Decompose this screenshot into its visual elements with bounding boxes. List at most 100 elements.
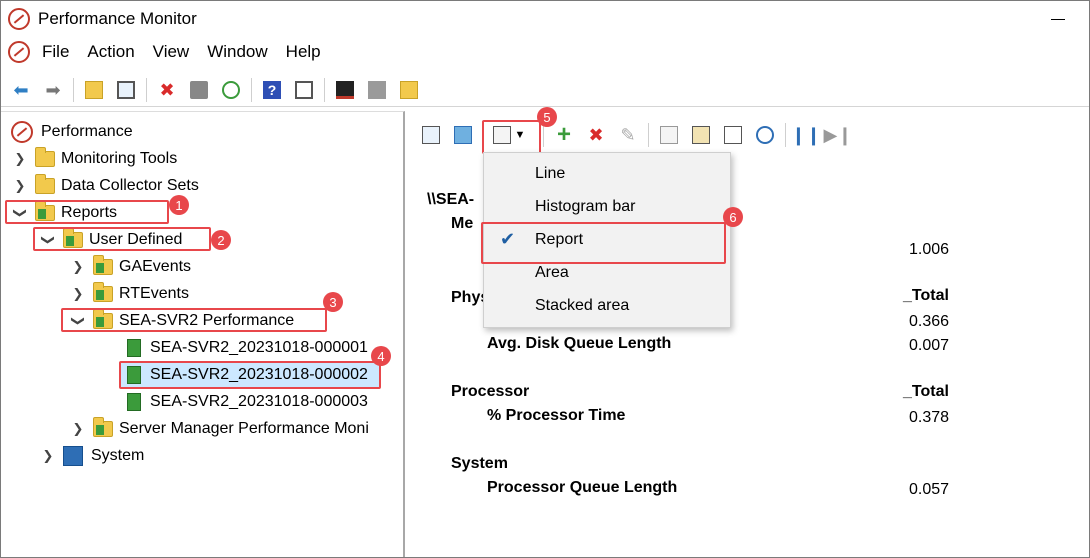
chevron-right-icon[interactable]: ❯ (71, 259, 85, 275)
console-tree: Performance ❯ Monitoring Tools ❯ Data Co… (1, 111, 405, 557)
callout-badge-6: 6 (723, 207, 743, 227)
back-icon[interactable]: ⬅ (9, 78, 33, 102)
menu-item-label: Line (535, 164, 566, 182)
report-physical-instance: _Total (903, 287, 949, 304)
callout-box-5 (482, 120, 541, 154)
menu-file[interactable]: File (40, 40, 71, 64)
report-machine-name: \\SEA- (427, 191, 475, 208)
system-folder-icon (63, 446, 83, 466)
tree-node-server-manager[interactable]: ❯ Server Manager Performance Moni (71, 417, 369, 441)
chevron-right-icon[interactable]: ❯ (13, 151, 27, 167)
menu-window[interactable]: Window (205, 40, 269, 64)
tree-label: GAEvents (119, 258, 192, 275)
callout-box-6 (481, 222, 726, 264)
report-processor-instance: _Total (903, 383, 949, 400)
help-icon[interactable]: ? (260, 78, 284, 102)
menu-item-stacked-area[interactable]: Stacked area (484, 289, 730, 322)
tree-node-report-000001[interactable]: SEA-SVR2_20231018-000001 (127, 336, 368, 360)
toolbar-separator (73, 77, 74, 102)
add-counter-icon[interactable]: + (552, 123, 576, 147)
forward-icon[interactable]: ➡ (41, 78, 65, 102)
paste-counter-list-icon[interactable] (689, 123, 713, 147)
tree-node-report-000003[interactable]: SEA-SVR2_20231018-000003 (127, 390, 368, 414)
tree-node-performance[interactable]: Performance (11, 120, 133, 144)
zoom-icon[interactable] (753, 123, 777, 147)
chevron-right-icon[interactable]: ❯ (71, 421, 85, 437)
tree-label: SEA-SVR2_20231018-000001 (150, 339, 368, 356)
callout-box-1 (5, 200, 169, 224)
report-file-icon (127, 393, 141, 411)
performance-monitor-window: Performance Monitor File Action View Win… (0, 0, 1090, 558)
refresh-icon[interactable] (219, 78, 243, 102)
report-system-label: System (451, 455, 508, 472)
performance-graph-icon[interactable] (333, 78, 357, 102)
report-processor-time-value: 0.378 (909, 409, 950, 426)
tree-label: Server Manager Performance Moni (119, 420, 369, 437)
folder-icon (93, 282, 113, 302)
up-folder-icon[interactable] (82, 78, 106, 102)
toolbar-separator (324, 77, 325, 102)
tree-node-monitoring-tools[interactable]: ❯ Monitoring Tools (13, 147, 177, 171)
print-icon[interactable] (187, 78, 211, 102)
tree-node-gaevents[interactable]: ❯ GAEvents (71, 255, 191, 279)
report-disk-queue-value: 0.007 (909, 337, 950, 354)
tree-label: Monitoring Tools (61, 150, 178, 167)
tree-label: RTEvents (119, 285, 189, 302)
report-physical-value: 0.366 (909, 313, 950, 330)
view-current-activity-icon[interactable] (419, 123, 443, 147)
callout-box-4 (119, 361, 381, 389)
chevron-right-icon[interactable]: ❯ (41, 448, 55, 464)
window-title: Performance Monitor (38, 9, 197, 28)
tree-label: System (91, 447, 145, 464)
menu-item-line[interactable]: Line (484, 157, 730, 190)
callout-box-2 (33, 227, 211, 251)
report-processor-time-label: % Processor Time (487, 407, 626, 424)
report-pql-label: Processor Queue Length (487, 479, 678, 496)
delete-counter-icon[interactable]: ✖ (584, 123, 608, 147)
tree-label: Performance (41, 123, 133, 140)
menu-action[interactable]: Action (85, 40, 136, 64)
delete-icon[interactable]: ✖ (155, 78, 179, 102)
tree-label: SEA-SVR2_20231018-000003 (150, 393, 368, 410)
toolbar-separator (785, 123, 786, 147)
update-data-icon[interactable]: ▶❙ (824, 123, 853, 147)
freeze-display-icon[interactable]: ❙❙ (791, 123, 821, 147)
menu-bar: File Action View Window Help (1, 37, 1089, 67)
report-disk-queue-label: Avg. Disk Queue Length (487, 335, 672, 352)
folder-icon (93, 255, 113, 275)
chevron-right-icon[interactable]: ❯ (71, 286, 85, 302)
menu-item-label: Stacked area (535, 296, 630, 314)
title-bar: Performance Monitor (1, 1, 1089, 37)
tree-node-data-collector-sets[interactable]: ❯ Data Collector Sets (13, 174, 199, 198)
stop-icon[interactable] (365, 78, 389, 102)
menu-item-label: Area (535, 263, 569, 281)
folder-icon (35, 174, 55, 194)
report-file-icon (127, 339, 141, 357)
tree-node-rtevents[interactable]: ❯ RTEvents (71, 282, 189, 306)
toolbar-separator (146, 77, 147, 102)
copy-properties-icon[interactable] (657, 123, 681, 147)
report-memory-value: 1.006 (909, 241, 950, 258)
folder-icon[interactable] (397, 78, 421, 102)
callout-badge-3: 3 (323, 292, 343, 312)
menu-help[interactable]: Help (284, 40, 323, 64)
tree-node-system[interactable]: ❯ System (41, 444, 144, 468)
highlight-icon[interactable]: ✎ (616, 123, 640, 147)
callout-box-3 (61, 308, 327, 332)
callout-badge-5: 5 (537, 107, 557, 127)
folder-icon (35, 147, 55, 167)
properties-icon[interactable] (721, 123, 745, 147)
tree-label: Data Collector Sets (61, 177, 199, 194)
show-hide-console-tree-icon[interactable] (114, 78, 138, 102)
performance-monitor-icon (8, 8, 30, 30)
view-log-data-icon[interactable] (451, 123, 475, 147)
menu-item-histogram-bar[interactable]: Histogram bar (484, 190, 730, 223)
minimize-button[interactable] (1047, 5, 1069, 29)
toolbar-separator (251, 77, 252, 102)
report-memory-label: Me (451, 215, 474, 232)
chevron-right-icon[interactable]: ❯ (13, 178, 27, 194)
menu-view[interactable]: View (151, 40, 192, 64)
toolbar-separator (648, 123, 649, 147)
show-action-pane-icon[interactable] (292, 78, 316, 102)
system-menu-icon[interactable] (8, 41, 30, 63)
